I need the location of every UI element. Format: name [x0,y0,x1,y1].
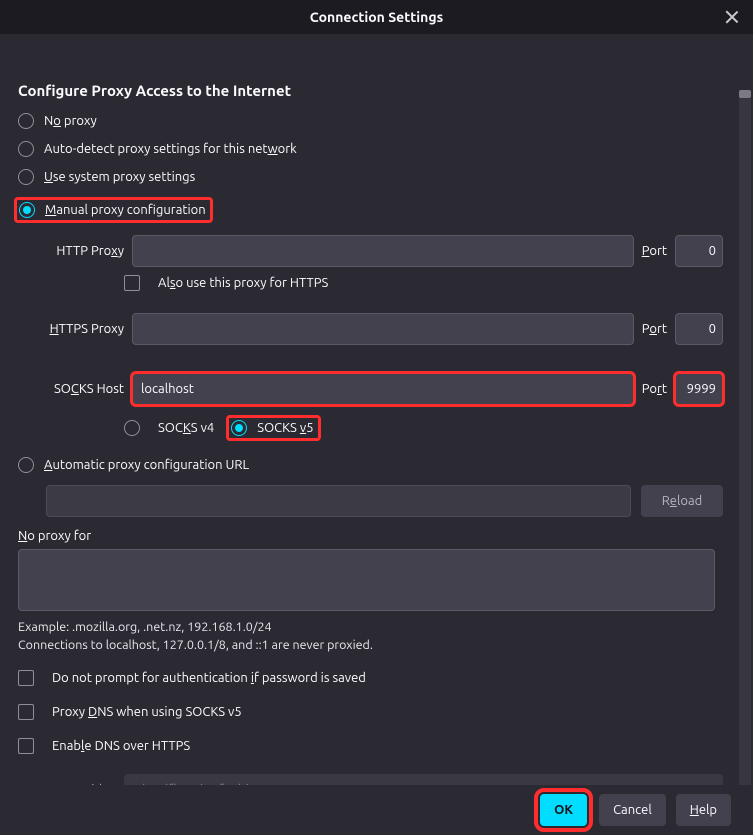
enable-doh-row[interactable]: Enable DNS over HTTPS [18,738,723,754]
https-proxy-input[interactable] [132,313,634,345]
socks-version-row: SOCKS v4 SOCKS v5 [124,415,723,441]
radio-manual[interactable] [19,202,35,218]
http-port-input[interactable] [675,235,723,267]
provider-row: Use Provider Cloudflare (Default) [40,774,723,785]
proxy-dns-checkbox[interactable] [18,704,34,720]
http-proxy-label: HTTP Proxy [46,244,124,258]
radio-system-label: Use system proxy settings [44,170,195,184]
radio-auto-detect-label: Auto-detect proxy settings for this netw… [44,142,297,156]
radio-socks-v5-label: SOCKS v5 [257,421,313,435]
no-proxy-note: Connections to localhost, 127.0.0.1/8, a… [18,638,723,652]
auto-config-row: Reload [46,485,723,517]
radio-no-proxy[interactable] [18,113,34,129]
titlebar: Connection Settings [0,0,753,34]
dialog-title: Connection Settings [310,9,443,25]
https-proxy-label: HTTPS Proxy [46,322,124,336]
radio-no-proxy-row[interactable]: No proxy [18,113,723,129]
ok-button[interactable]: OK [540,794,587,826]
proxy-dns-row[interactable]: Proxy DNS when using SOCKS v5 [18,704,723,720]
radio-no-proxy-label: No proxy [44,114,97,128]
socks-port-label: Port [642,382,667,396]
http-proxy-input[interactable] [132,235,634,267]
radio-manual-label: Manual proxy configuration [45,203,206,217]
close-icon[interactable] [723,8,741,26]
radio-auto-config[interactable] [18,457,34,473]
no-proxy-example: Example: .mozilla.org, .net.nz, 192.168.… [18,620,723,634]
auto-config-url-input[interactable] [46,485,631,517]
http-port-label: Port [642,244,667,258]
no-prompt-label: Do not prompt for authentication if pass… [52,671,366,685]
radio-system[interactable] [18,169,34,185]
no-proxy-for-label: No proxy for [18,529,723,543]
scrollbar-thumb[interactable] [739,90,751,98]
ok-highlight: OK [538,792,589,828]
https-port-input[interactable] [675,313,723,345]
no-proxy-for-textarea[interactable] [18,549,715,611]
radio-socks-v5[interactable] [231,420,247,436]
radio-auto-config-row[interactable]: Automatic proxy configuration URL [18,457,723,473]
dialog-content: Configure Proxy Access to the Internet N… [0,34,753,785]
socks-host-input[interactable] [132,373,634,405]
no-prompt-checkbox[interactable] [18,670,34,686]
socks-host-label: SOCKS Host [46,382,124,396]
reload-button[interactable]: Reload [641,485,723,517]
https-port-label: Port [642,322,667,336]
proxy-dns-label: Proxy DNS when using SOCKS v5 [52,705,242,719]
scrollbar[interactable] [739,90,751,785]
radio-auto-detect-row[interactable]: Auto-detect proxy settings for this netw… [18,141,723,157]
radio-socks-v4-label: SOCKS v4 [158,421,214,435]
help-button[interactable]: Help [676,794,731,826]
socks-host-row: SOCKS Host Port [46,373,723,405]
cancel-button[interactable]: Cancel [599,794,666,826]
also-https-row[interactable]: Also use this proxy for HTTPS [124,275,723,291]
section-heading: Configure Proxy Access to the Internet [18,82,723,99]
https-proxy-row: HTTPS Proxy Port [46,313,723,345]
radio-manual-row[interactable]: Manual proxy configuration [14,197,723,223]
http-proxy-row: HTTP Proxy Port [46,235,723,267]
radio-socks-v4[interactable] [124,420,140,436]
provider-select[interactable]: Cloudflare (Default) [124,774,723,785]
radio-auto-detect[interactable] [18,141,34,157]
dialog-footer: OK Cancel Help [0,785,753,835]
socks-port-input[interactable] [675,373,723,405]
also-https-checkbox[interactable] [124,275,140,291]
enable-doh-label: Enable DNS over HTTPS [52,739,190,753]
also-https-label: Also use this proxy for HTTPS [158,276,328,290]
no-prompt-row[interactable]: Do not prompt for authentication if pass… [18,670,723,686]
radio-auto-config-label: Automatic proxy configuration URL [44,458,249,472]
enable-doh-checkbox[interactable] [18,738,34,754]
radio-system-row[interactable]: Use system proxy settings [18,169,723,185]
